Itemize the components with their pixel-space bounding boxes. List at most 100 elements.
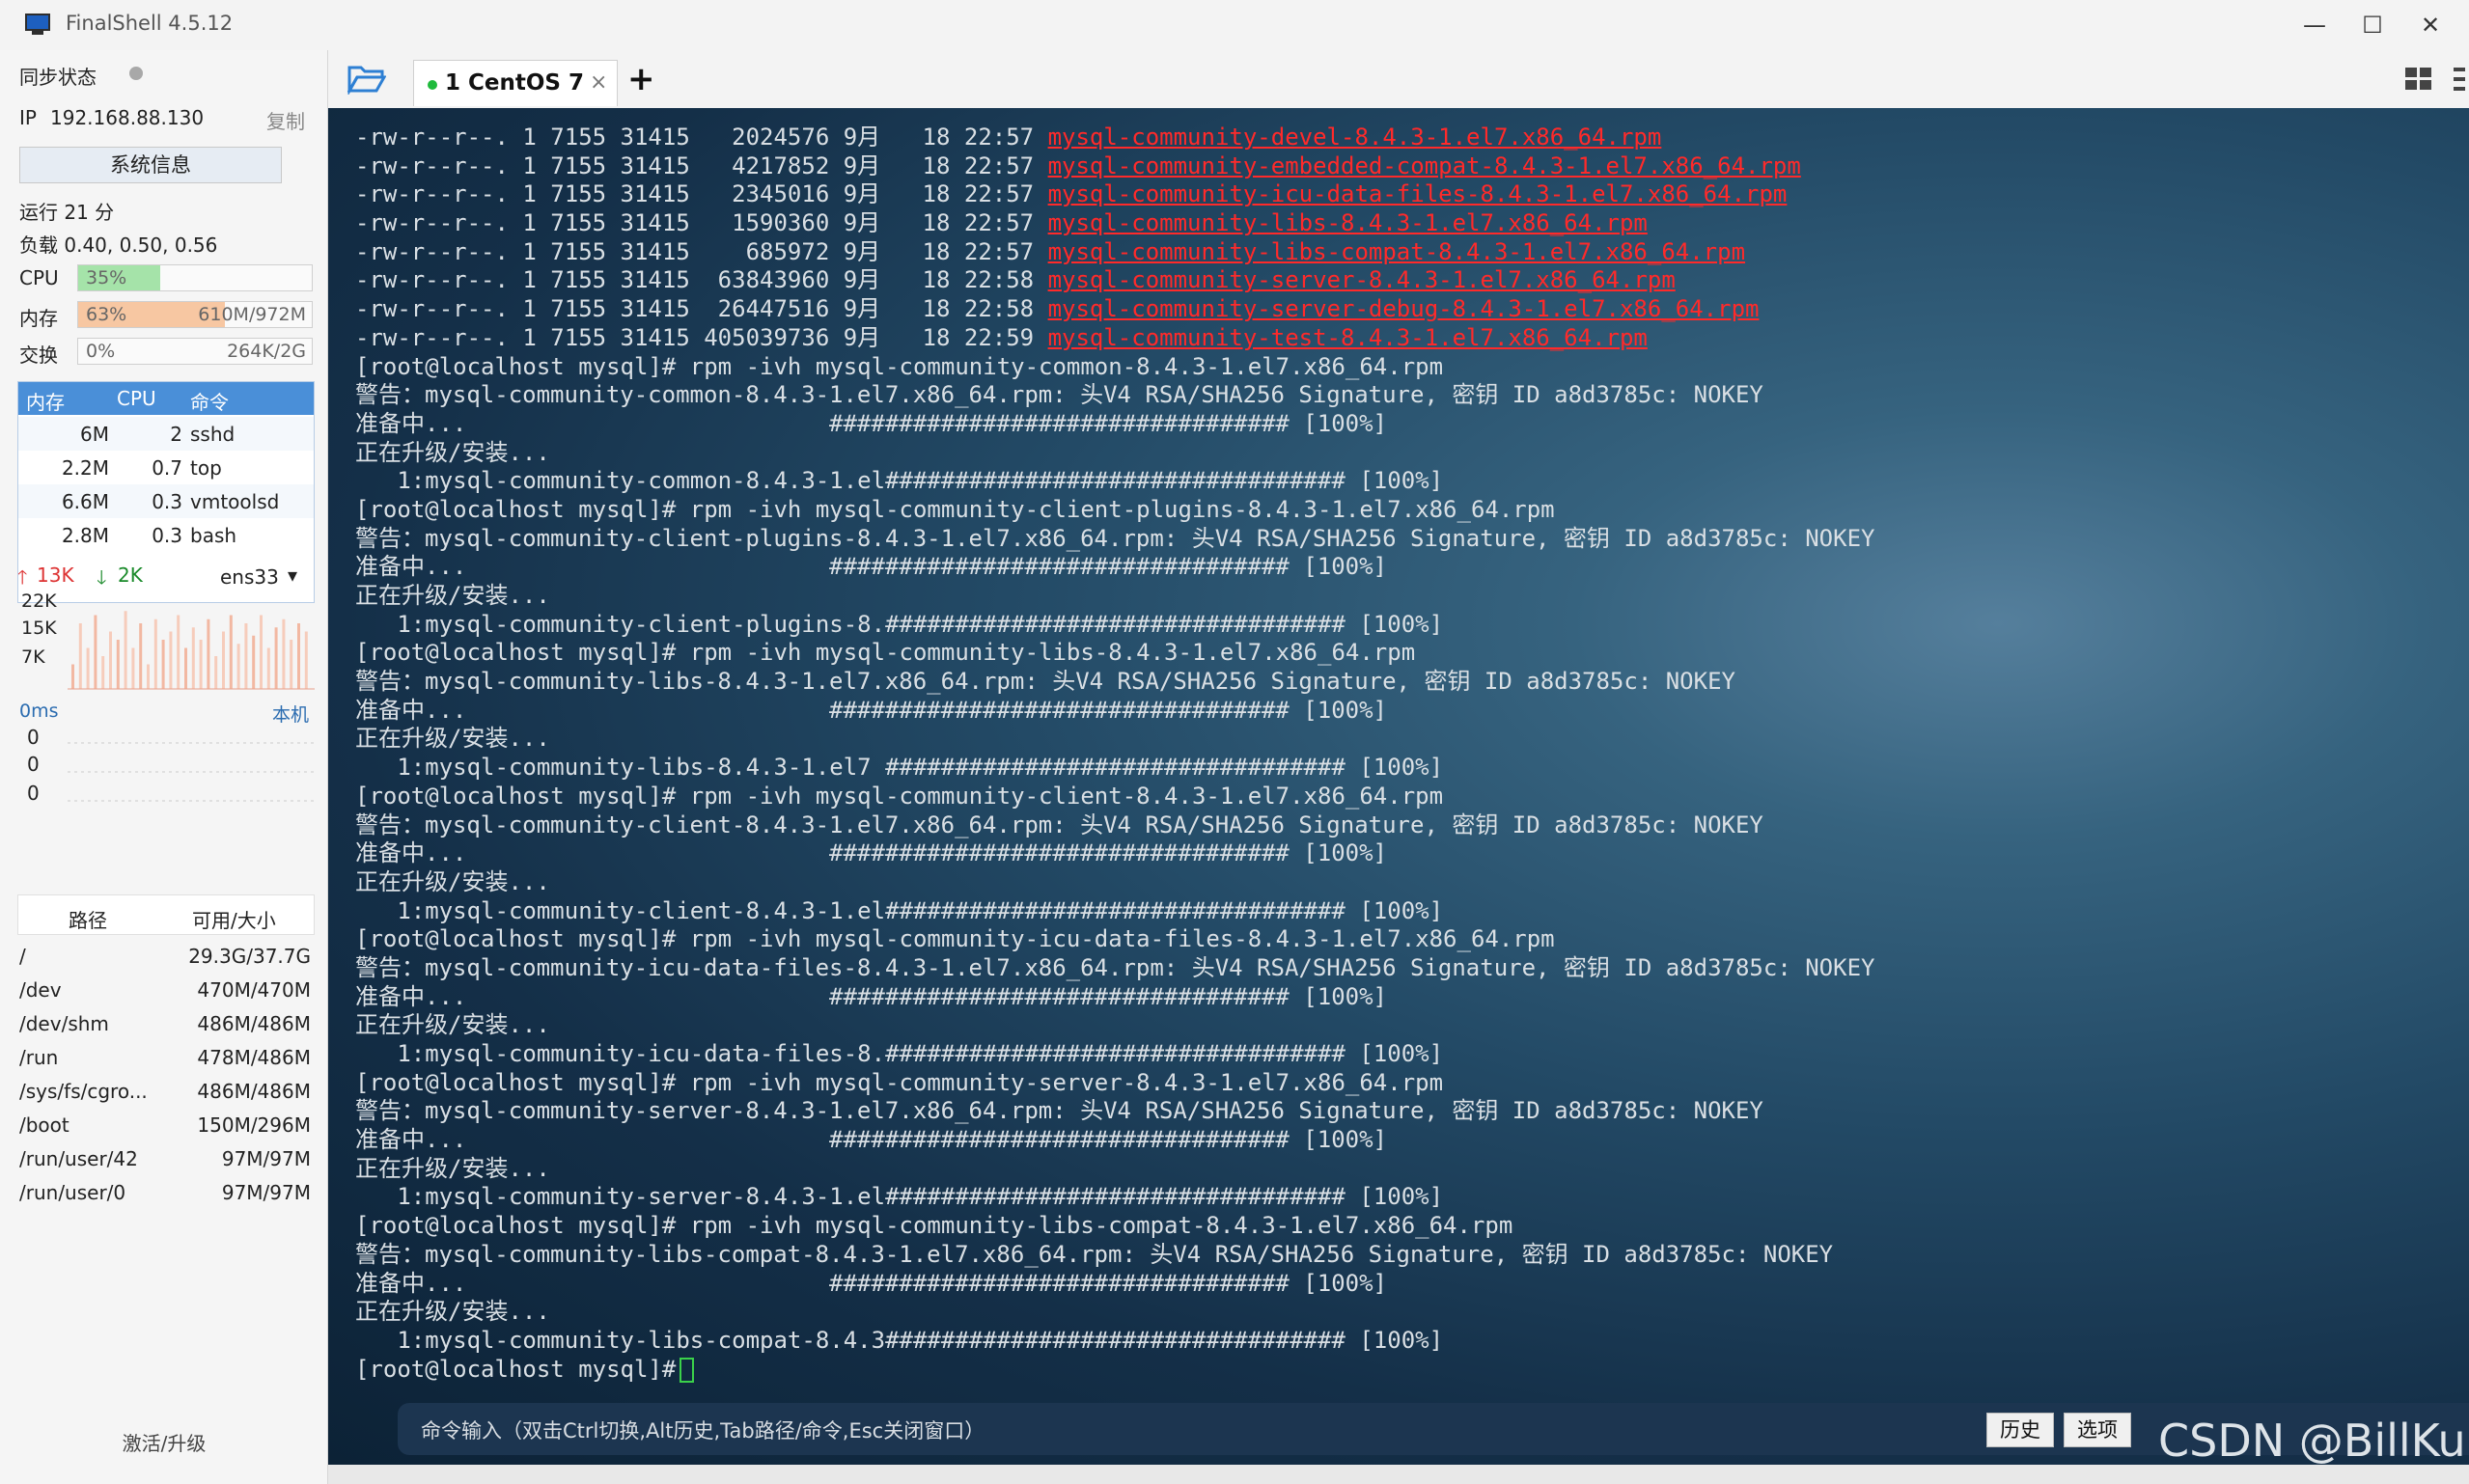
sync-status-indicator xyxy=(129,67,143,80)
terminal-line: 1:mysql-community-libs-compat-8.4.3#####… xyxy=(355,1327,1874,1356)
network-interface-select[interactable]: ens33 xyxy=(220,565,279,589)
upload-speed: 13K xyxy=(37,563,74,587)
ping-target-link[interactable]: 本机 xyxy=(272,701,309,727)
terminal-text: 1:mysql-community-client-8.4.3-1.el#####… xyxy=(355,896,1444,924)
minimize-button[interactable]: — xyxy=(2286,6,2344,44)
process-row[interactable]: 6M 2 sshd xyxy=(18,417,314,451)
close-window-button[interactable]: ✕ xyxy=(2401,6,2459,44)
terminal-text: 准备中... #################################… xyxy=(355,409,1387,437)
disk-path: /sys/fs/cgro... xyxy=(19,1080,148,1103)
net-activity-bar xyxy=(244,623,248,689)
terminal-line: 准备中... #################################… xyxy=(355,697,1874,726)
terminal-line: 正在升级/安装... xyxy=(355,582,1874,611)
terminal-text: -rw-r--r--. 1 7155 31415 405039736 9月 18… xyxy=(355,323,1048,351)
rpm-filename: mysql-community-server-8.4.3-1.el7.x86_6… xyxy=(1047,266,1676,294)
disk-row[interactable]: /run/user/0 97M/97M xyxy=(17,1175,315,1209)
csdn-watermark: CSDN @BillKu xyxy=(2158,1415,2466,1467)
terminal-text: 正在升级/安装... xyxy=(355,1298,550,1326)
disk-row[interactable]: /run/user/42 97M/97M xyxy=(17,1141,315,1175)
disk-size: 97M/97M xyxy=(221,1147,311,1170)
disk-row[interactable]: /dev/shm 486M/486M xyxy=(17,1006,315,1040)
memory-usage-bar: 63% 610M/972M xyxy=(77,301,313,328)
copy-ip-link[interactable]: 复制 xyxy=(266,106,305,134)
net-activity-bar xyxy=(199,640,203,689)
terminal-line: 正在升级/安装... xyxy=(355,725,1874,754)
window-title: FinalShell 4.5.12 xyxy=(66,12,234,35)
disk-size: 150M/296M xyxy=(197,1113,311,1137)
net-activity-bar xyxy=(109,631,112,689)
net-activity-bar xyxy=(274,627,278,689)
options-button[interactable]: 选项 xyxy=(2064,1413,2131,1447)
terminal-line: [root@localhost mysql]# rpm -ivh mysql-c… xyxy=(355,783,1874,811)
terminal-line: 正在升级/安装... xyxy=(355,439,1874,468)
disk-path: /dev/shm xyxy=(19,1012,109,1035)
net-activity-bar xyxy=(207,618,210,689)
disk-row[interactable]: /run 478M/486M xyxy=(17,1040,315,1074)
terminal-line: 准备中... #################################… xyxy=(355,553,1874,582)
disk-row[interactable]: /sys/fs/cgro... 486M/486M xyxy=(17,1074,315,1108)
menu-icon[interactable] xyxy=(2450,66,2469,93)
folder-open-icon[interactable] xyxy=(347,62,386,95)
terminal-text: 正在升级/安装... xyxy=(355,1011,550,1039)
terminal-line: 1:mysql-community-common-8.4.3-1.el#####… xyxy=(355,467,1874,496)
memory-percent: 63% xyxy=(86,304,127,325)
terminal-text: 正在升级/安装... xyxy=(355,438,550,466)
add-tab-button[interactable]: + xyxy=(627,60,655,98)
process-row[interactable]: 2.2M 0.7 top xyxy=(18,451,314,484)
swap-label: 交换 xyxy=(19,344,58,367)
terminal-text: 1:mysql-community-client-plugins-8.#####… xyxy=(355,610,1444,638)
disk-row[interactable]: /boot 150M/296M xyxy=(17,1108,315,1141)
download-arrow-icon: 🡓 xyxy=(97,565,107,589)
column-command[interactable]: 命令 xyxy=(190,387,229,415)
terminal-line: 1:mysql-community-server-8.4.3-1.el#####… xyxy=(355,1183,1874,1212)
terminal-line: -rw-r--r--. 1 7155 31415 1590360 9月 18 2… xyxy=(355,209,1874,238)
taskbar-edge xyxy=(328,1465,2469,1484)
process-command: vmtoolsd xyxy=(190,490,280,513)
system-info-button[interactable]: 系统信息 xyxy=(19,147,282,183)
terminal-text: [root@localhost mysql]# rpm -ivh mysql-c… xyxy=(355,352,1444,380)
terminal-text: -rw-r--r--. 1 7155 31415 685972 9月 18 22… xyxy=(355,237,1048,265)
process-row[interactable]: 2.8M 0.3 bash xyxy=(18,518,314,552)
terminal-text: 准备中... #################################… xyxy=(355,696,1387,724)
terminal-line: 警告：mysql-community-icu-data-files-8.4.3-… xyxy=(355,954,1874,983)
column-path[interactable]: 路径 xyxy=(69,905,107,933)
net-activity-bar xyxy=(282,618,286,689)
terminal-text: -rw-r--r--. 1 7155 31415 4217852 9月 18 2… xyxy=(355,151,1048,179)
maximize-button[interactable]: ☐ xyxy=(2344,6,2401,44)
terminal-prompt-line[interactable]: [root@localhost mysql]# xyxy=(355,1356,1874,1385)
terminal-text: 正在升级/安装... xyxy=(355,582,550,609)
net-activity-bar xyxy=(304,631,308,689)
net-activity-bar xyxy=(297,623,300,689)
net-activity-bar xyxy=(116,640,120,689)
net-activity-bar xyxy=(177,615,180,689)
terminal-text: [root@localhost mysql]# rpm -ivh mysql-c… xyxy=(355,925,1555,953)
terminal-text: 准备中... #################################… xyxy=(355,839,1387,867)
rpm-filename: mysql-community-server-debug-8.4.3-1.el7… xyxy=(1047,295,1760,323)
net-tick-mid: 15K xyxy=(21,618,57,639)
grid-layout-icon[interactable] xyxy=(2405,68,2432,91)
activate-upgrade-link[interactable]: 激活/升级 xyxy=(0,1428,328,1456)
process-row[interactable]: 6.6M 0.3 vmtoolsd xyxy=(18,484,314,518)
net-tick-low: 7K xyxy=(21,646,45,668)
history-button[interactable]: 历史 xyxy=(1986,1413,2054,1447)
ip-label: IP xyxy=(19,106,37,129)
terminal-output[interactable]: -rw-r--r--. 1 7155 31415 2024576 9月 18 2… xyxy=(328,108,2469,1465)
close-tab-icon[interactable]: × xyxy=(590,70,607,95)
column-cpu[interactable]: CPU xyxy=(117,387,156,410)
disk-row[interactable]: / 29.3G/37.7G xyxy=(17,939,315,973)
net-activity-bar xyxy=(94,615,97,689)
column-size[interactable]: 可用/大小 xyxy=(192,905,276,933)
disk-row[interactable]: /dev 470M/470M xyxy=(17,973,315,1006)
ping-tick: 0 xyxy=(27,726,40,749)
system-monitor-panel: 同步状态 IP 192.168.88.130 复制 系统信息 运行 21 分 负… xyxy=(0,50,328,1484)
sync-status-label: 同步状态 xyxy=(19,66,97,89)
swap-percent: 0% xyxy=(86,341,116,362)
chevron-down-icon[interactable]: ▾ xyxy=(288,563,297,587)
terminal-line: -rw-r--r--. 1 7155 31415 4217852 9月 18 2… xyxy=(355,152,1874,181)
process-memory: 6M xyxy=(80,423,109,446)
tab-centos-7[interactable]: 1 CentOS 7 × xyxy=(413,60,618,106)
column-memory[interactable]: 内存 xyxy=(26,387,65,415)
terminal-line: 准备中... #################################… xyxy=(355,410,1874,439)
terminal-line: -rw-r--r--. 1 7155 31415 2024576 9月 18 2… xyxy=(355,124,1874,152)
ping-tick: 0 xyxy=(27,782,40,805)
